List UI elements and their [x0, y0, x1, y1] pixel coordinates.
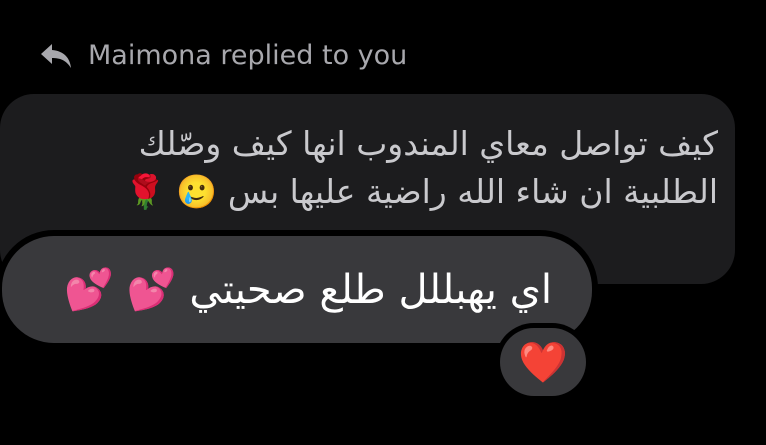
heart-icon: ❤️: [518, 339, 568, 386]
quoted-message-text: كيف تواصل معاي المندوب انها كيف وصّلك ال…: [38, 120, 718, 216]
reply-message-text: اي يهبللل طلع صحيتي 💕 💕: [64, 267, 552, 313]
reply-message-bubble[interactable]: اي يهبللل طلع صحيتي 💕 💕: [2, 236, 592, 343]
heart-reaction[interactable]: ❤️: [500, 328, 586, 396]
reply-header: Maimona replied to you: [38, 40, 407, 71]
reply-arrow-icon: [38, 41, 74, 71]
quoted-message-line: الطلبية ان شاء الله راضية عليها بس 🥲 🌹: [124, 172, 718, 211]
quoted-message-line: كيف تواصل معاي المندوب انها كيف وصّلك: [138, 124, 718, 163]
reply-header-text: Maimona replied to you: [88, 40, 408, 71]
